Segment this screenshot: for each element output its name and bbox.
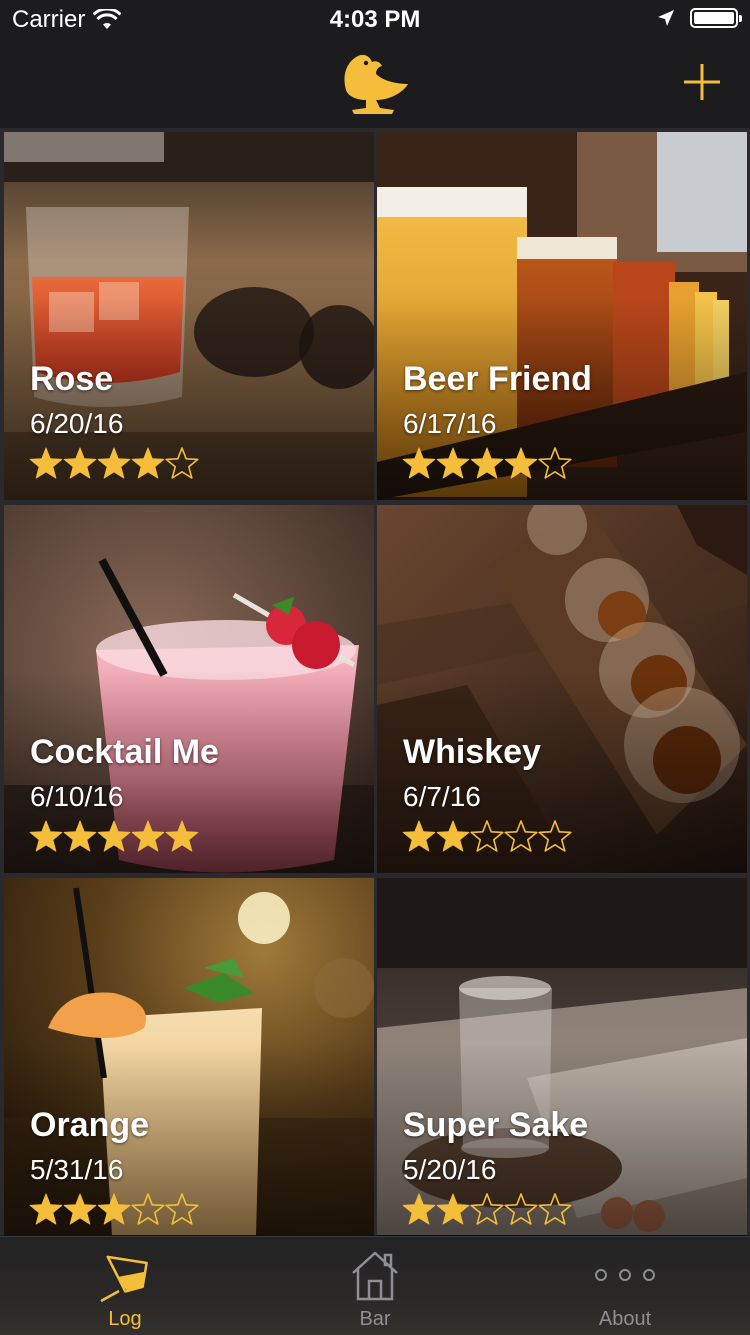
tile-gradient — [4, 878, 374, 1246]
star-rating — [28, 819, 199, 853]
drink-date: 6/17/16 — [403, 408, 497, 439]
drink-name: Cocktail Me — [30, 733, 219, 771]
star-filled-icon — [504, 447, 538, 479]
star-filled-icon — [436, 447, 470, 479]
status-right — [656, 8, 742, 28]
drink-tile[interactable]: Orange 5/31/16 — [4, 878, 374, 1246]
star-empty-icon — [470, 820, 504, 852]
drink-tile[interactable]: Cocktail Me 6/10/16 — [4, 505, 374, 873]
drink-tile[interactable]: Rose 6/20/16 — [4, 132, 374, 500]
drink-log-grid: Rose 6/20/16 Beer Friend 6/17/16 Cocktai… — [0, 128, 750, 1246]
drink-name: Super Sake — [403, 1106, 589, 1144]
navigation-bar — [0, 40, 750, 129]
star-filled-icon — [97, 447, 131, 479]
tile-gradient — [377, 132, 747, 500]
star-empty-icon — [470, 1193, 504, 1225]
star-filled-icon — [402, 447, 436, 479]
drink-date: 5/31/16 — [30, 1154, 124, 1185]
tile-gradient — [377, 505, 747, 873]
star-empty-icon — [504, 820, 538, 852]
star-filled-icon — [63, 1193, 97, 1225]
tile-gradient — [4, 505, 374, 873]
tab-bar-home[interactable]: Bar — [250, 1237, 500, 1335]
status-bar: Carrier 4:03 PM — [0, 0, 750, 40]
drink-name: Whiskey — [403, 733, 541, 771]
star-filled-icon — [63, 820, 97, 852]
star-filled-icon — [29, 447, 63, 479]
star-empty-icon — [131, 1193, 165, 1225]
location-arrow-icon — [658, 10, 674, 26]
star-rating — [401, 446, 572, 480]
star-rating — [401, 819, 572, 853]
star-filled-icon — [402, 1193, 436, 1225]
star-rating — [28, 446, 199, 480]
clock: 4:03 PM — [329, 6, 421, 33]
star-filled-icon — [97, 820, 131, 852]
star-filled-icon — [436, 820, 470, 852]
drink-date: 6/20/16 — [30, 408, 124, 439]
tab-log[interactable]: Log — [0, 1237, 250, 1335]
star-rating — [401, 1192, 572, 1226]
house-icon — [352, 1251, 398, 1301]
star-filled-icon — [63, 447, 97, 479]
star-empty-icon — [165, 1193, 199, 1225]
star-filled-icon — [131, 820, 165, 852]
battery-fill — [694, 12, 734, 24]
drink-tile[interactable]: Beer Friend 6/17/16 — [377, 132, 747, 500]
battery-icon — [690, 8, 742, 28]
star-rating — [28, 1192, 199, 1226]
star-filled-icon — [470, 447, 504, 479]
tab-bar: Log Bar About — [0, 1236, 750, 1335]
tab-label: About — [598, 1308, 652, 1330]
drink-name: Orange — [30, 1106, 150, 1144]
bird-logo-icon — [344, 54, 408, 114]
star-filled-icon — [131, 447, 165, 479]
star-empty-icon — [165, 447, 199, 479]
star-filled-icon — [402, 820, 436, 852]
drink-date: 6/10/16 — [30, 781, 124, 812]
star-filled-icon — [97, 1193, 131, 1225]
star-empty-icon — [504, 1193, 538, 1225]
glass-icon — [100, 1255, 148, 1303]
drink-name: Rose — [30, 360, 114, 398]
tab-about[interactable]: About — [500, 1237, 750, 1335]
star-empty-icon — [538, 447, 572, 479]
star-filled-icon — [436, 1193, 470, 1225]
tab-label: Log — [108, 1308, 142, 1330]
drink-date: 5/20/16 — [403, 1154, 497, 1185]
star-filled-icon — [29, 1193, 63, 1225]
drink-tile[interactable]: Super Sake 5/20/16 — [377, 878, 747, 1246]
star-filled-icon — [29, 820, 63, 852]
add-drink-button[interactable] — [680, 60, 724, 104]
star-filled-icon — [165, 820, 199, 852]
star-empty-icon — [538, 1193, 572, 1225]
tile-gradient — [377, 878, 747, 1246]
tab-label: Bar — [359, 1308, 391, 1330]
star-empty-icon — [538, 820, 572, 852]
more-dots-icon — [595, 1269, 655, 1281]
tile-gradient — [4, 132, 374, 500]
drink-name: Beer Friend — [403, 360, 592, 398]
drink-tile[interactable]: Whiskey 6/7/16 — [377, 505, 747, 873]
drink-date: 6/7/16 — [403, 781, 481, 812]
